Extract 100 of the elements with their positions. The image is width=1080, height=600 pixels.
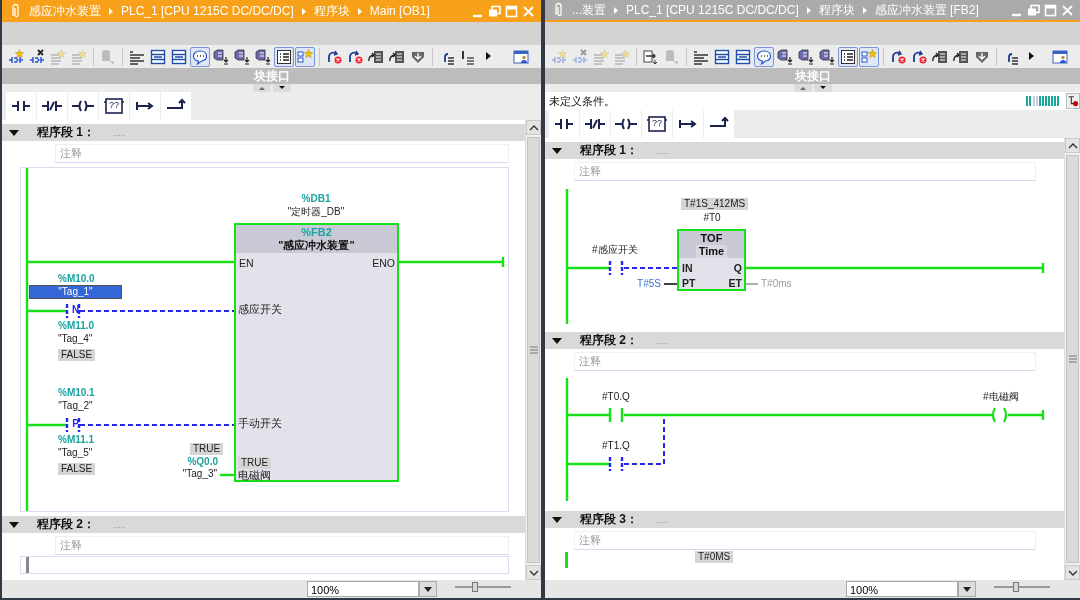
caret-icon[interactable]: [551, 514, 563, 525]
grip-icon[interactable]: [528, 346, 539, 354]
scrollbar[interactable]: [1064, 138, 1080, 580]
breadcrumb-item[interactable]: PLC_1 [CPU 1215C DC/DC/DC]: [121, 4, 294, 18]
function-block[interactable]: %FB2 "感应冲水装置" EN ENO 感应开关 手动开关 TRUE 电磁阀: [234, 223, 399, 482]
dropdown-arrow-icon[interactable]: [423, 585, 433, 593]
caret-icon[interactable]: [551, 335, 563, 346]
breadcrumb-item[interactable]: PLC_1 [CPU 1215C DC/DC/DC]: [626, 3, 799, 17]
comment-field[interactable]: 注释: [55, 144, 509, 163]
grip-icon[interactable]: [1067, 355, 1078, 363]
block-type: TOF: [700, 231, 723, 245]
pin-label: ET: [728, 277, 742, 289]
slider-thumb[interactable]: [1013, 582, 1020, 592]
operand-tag: "Tag_2": [30, 400, 121, 412]
rung-wire: [1006, 408, 1045, 422]
operand-address: %M10.0: [58, 273, 95, 285]
network-header[interactable]: 程序段 3： .....: [545, 511, 1064, 528]
instance-address: %DB1: [301, 193, 331, 205]
pin-label: ENO: [372, 257, 395, 269]
scrollbar-thumb[interactable]: [1066, 155, 1079, 563]
empty-box-button[interactable]: ??: [642, 110, 672, 138]
network-title: 程序段 1：: [580, 142, 638, 159]
rung-wire: [27, 309, 66, 313]
monitor-button[interactable]: [1066, 93, 1080, 109]
title-placeholder: .....: [656, 145, 669, 156]
pin-label: IN: [682, 262, 693, 274]
operand-tag: #电磁阀: [983, 391, 1019, 403]
contact-symbol[interactable]: [65, 416, 81, 434]
monitor-value: FALSE: [58, 463, 96, 475]
scrollbar-thumb[interactable]: [527, 137, 540, 563]
pin-label: EN: [239, 257, 254, 269]
empty-box-button[interactable]: ??: [99, 92, 129, 120]
contact-letter: P: [72, 418, 79, 430]
network-title: 程序段 2：: [580, 332, 638, 349]
parameter-wire: [745, 283, 759, 285]
operand-tag: "Tag_5": [58, 447, 93, 459]
collapse-down-icon[interactable]: [813, 84, 832, 92]
operand-tag: "Tag_4": [58, 333, 93, 345]
operand-tag: "Tag_1": [30, 286, 121, 298]
title-placeholder: .....: [113, 127, 126, 138]
status-bars-icon: [1026, 94, 1060, 108]
zoom-field[interactable]: 100%: [846, 581, 958, 597]
breadcrumb-item[interactable]: 感应冲水装置: [29, 2, 101, 20]
scrollbar[interactable]: [525, 120, 541, 580]
contact-symbol[interactable]: [608, 455, 624, 473]
title-placeholder: .....: [656, 335, 669, 346]
dropdown-button[interactable]: [958, 581, 976, 597]
block-interface-bar[interactable]: 块接口: [2, 68, 541, 84]
contact-symbol[interactable]: [608, 259, 624, 277]
breadcrumb-item[interactable]: 程序块: [818, 1, 855, 19]
operand-tag: "Tag_3": [182, 468, 217, 480]
operand-address: %M11.1: [58, 434, 95, 446]
rung-wire: [567, 413, 609, 417]
comment-field[interactable]: 注释: [574, 352, 1036, 371]
zoom-field[interactable]: 100%: [307, 581, 419, 597]
monitor-value: T#1S_412MS: [681, 198, 749, 210]
collapse-down-icon[interactable]: [272, 84, 291, 92]
monitor-value: FALSE: [58, 349, 96, 361]
breadcrumb-item[interactable]: Main [OB1]: [369, 4, 430, 18]
block-address: %FB2: [301, 226, 332, 239]
network-header[interactable]: 程序段 1： .....: [545, 142, 1064, 159]
chevron-icon: [861, 5, 868, 15]
breadcrumb-item[interactable]: 感应冲水装置 [FB2]: [874, 1, 979, 19]
collapse-up-icon[interactable]: [793, 84, 812, 92]
contact-symbol[interactable]: [65, 302, 81, 320]
title-placeholder: .....: [656, 514, 669, 525]
caret-icon[interactable]: [8, 127, 20, 138]
instance-name: #T0: [703, 212, 721, 224]
comment-field[interactable]: 注释: [574, 531, 1036, 550]
chevron-icon: [108, 6, 114, 16]
condition-text: 未定义条件。: [549, 93, 615, 109]
network-header[interactable]: 程序段 2： .....: [545, 332, 1064, 349]
parameter-value: T#0ms: [761, 278, 792, 290]
dropdown-arrow-icon[interactable]: [962, 585, 972, 593]
comment-field[interactable]: 注释: [55, 536, 509, 555]
caret-icon[interactable]: [8, 519, 20, 530]
pin-label: 电磁阀: [238, 469, 271, 481]
dropdown-button[interactable]: [419, 581, 437, 597]
comment-field[interactable]: 注释: [574, 162, 1036, 181]
operand-tag: #T1.Q: [602, 440, 630, 452]
dashed-wire: [623, 267, 678, 269]
block-interface-bar[interactable]: 块接口: [545, 68, 1080, 84]
breadcrumb-item[interactable]: ...装置: [572, 1, 606, 19]
collapse-up-icon[interactable]: [252, 84, 271, 92]
network-header[interactable]: 程序段 1： .....: [2, 124, 525, 141]
pin-label: Q: [733, 262, 742, 274]
caret-icon[interactable]: [551, 145, 563, 156]
breadcrumb-item[interactable]: 程序块: [313, 2, 350, 20]
operand-tag: #感应开关: [592, 244, 638, 256]
timer-block[interactable]: TOF Time IN Q PT ET: [677, 229, 746, 291]
chevron-icon: [300, 6, 307, 16]
network-title: 程序段 2：: [37, 516, 95, 533]
network-header[interactable]: 程序段 2： .....: [2, 516, 525, 533]
rung-wire: [567, 266, 609, 270]
operand-address: %M11.0: [58, 320, 95, 332]
instance-name: "定时器_DB": [287, 206, 345, 218]
slider-thumb[interactable]: [471, 582, 478, 592]
network-title: 程序段 1：: [37, 124, 95, 141]
pin-label: PT: [682, 277, 696, 289]
parameter-wire: [663, 283, 678, 285]
